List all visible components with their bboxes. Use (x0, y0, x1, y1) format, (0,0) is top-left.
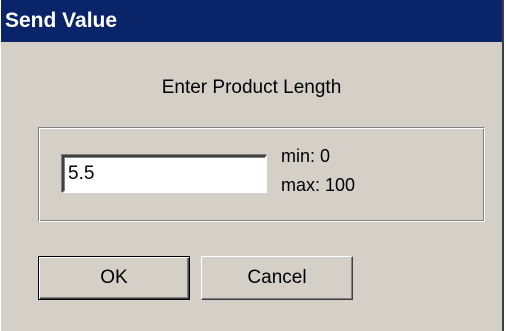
min-label: min: 0 (281, 146, 331, 166)
max-label: max: 100 (281, 175, 356, 195)
ok-button[interactable]: OK (38, 256, 190, 300)
title-bar[interactable]: Send Value (1, 0, 502, 42)
cancel-button[interactable]: Cancel (201, 256, 353, 300)
value-input[interactable] (62, 155, 267, 193)
send-value-dialog: Send Value Enter Product Length min: 0 m… (0, 0, 504, 331)
prompt-label: Enter Product Length (161, 77, 342, 98)
